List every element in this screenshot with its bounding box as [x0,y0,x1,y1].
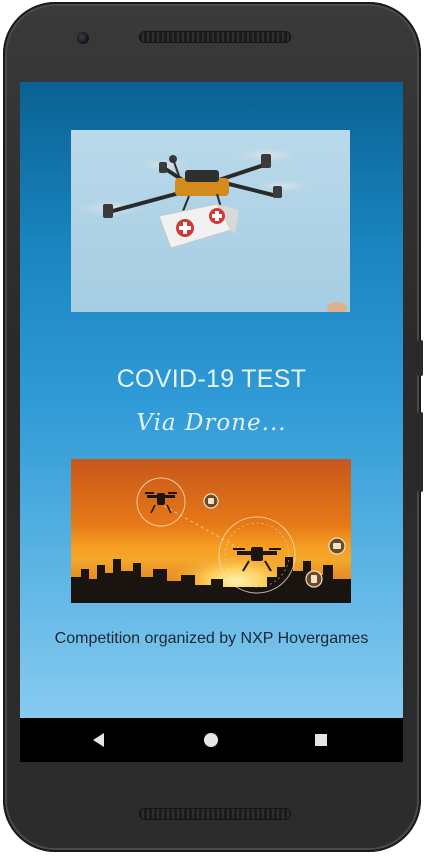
back-button[interactable] [70,718,130,762]
app-screen: COVID-19 TEST Via Drone... Competition o… [20,82,403,718]
drone-medical-image [71,130,350,312]
recents-button[interactable] [291,718,351,762]
top-speaker [139,31,291,43]
volume-button[interactable] [417,412,423,492]
home-button[interactable] [181,718,241,762]
bottom-speaker [139,808,291,820]
front-camera [77,32,89,44]
navigation-bar [20,718,403,762]
back-icon [93,733,104,747]
drones-sunset-image [71,459,351,603]
recents-icon [315,734,327,746]
competition-credit: Competition organized by NXP Hovergames [54,630,369,647]
home-icon [204,733,218,747]
page-subtitle: Via Drone... [136,410,287,436]
page-title: COVID-19 TEST [116,365,307,393]
power-button[interactable] [417,340,423,376]
